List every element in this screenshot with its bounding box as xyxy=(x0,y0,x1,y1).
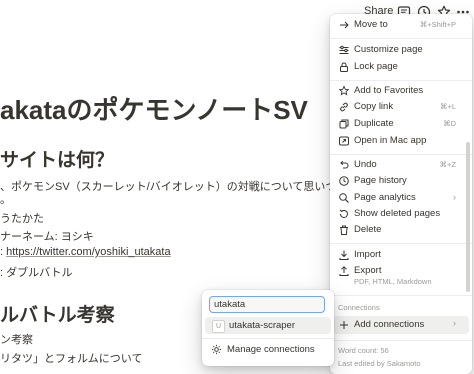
battle-format-line: : ダブルバトル xyxy=(0,267,73,279)
plus-icon xyxy=(340,321,348,329)
manage-connections-button[interactable]: Manage connections xyxy=(202,342,334,358)
gear-icon xyxy=(211,344,222,355)
menu-item-label: Undo xyxy=(354,159,377,170)
heading-battle: ルバトル考察 xyxy=(0,305,115,326)
trainer-name-line: ナーネーム: ヨシキ xyxy=(0,231,94,243)
page-title: akataのポケモンノートSV xyxy=(0,95,308,125)
trash-icon xyxy=(340,225,348,235)
menu-divider xyxy=(330,243,472,244)
connection-result-label: utakata-scraper xyxy=(229,320,296,331)
menu-item-lock-page[interactable]: Lock page xyxy=(330,60,472,76)
export-icon xyxy=(339,266,349,276)
shortcut-label: ⌘+L xyxy=(439,102,456,111)
pokemon-analysis-line: ン考察 xyxy=(0,334,33,346)
import-icon xyxy=(339,250,349,260)
author-line: うたかた xyxy=(0,213,44,225)
menu-item-label: Add connections xyxy=(354,319,425,330)
chevron-right-icon: › xyxy=(453,318,456,328)
last-edited: Last edited by Sakamoto xyxy=(338,359,421,368)
duplicate-icon xyxy=(339,119,349,129)
menu-divider xyxy=(330,38,472,39)
integration-badge: U xyxy=(212,320,225,333)
analytics-icon xyxy=(339,193,349,203)
shortcut-label: ⌘+Z xyxy=(439,160,456,169)
menu-item-label: Move to xyxy=(354,19,388,30)
menu-item-label: Add to Favorites xyxy=(354,85,424,96)
menu-item-add-connections[interactable]: Add connections › xyxy=(330,318,472,334)
menu-item-copy-link[interactable]: Copy link ⌘+L xyxy=(330,100,472,116)
manage-connections-label: Manage connections xyxy=(227,344,315,355)
popup-divider xyxy=(202,338,334,339)
menu-item-customize-page[interactable]: Customize page xyxy=(330,43,472,59)
menu-item-duplicate[interactable]: Duplicate ⌘D xyxy=(330,117,472,133)
menu-divider xyxy=(330,80,472,81)
shortcut-label: ⌘D xyxy=(443,119,456,128)
menu-item-label: Lock page xyxy=(354,61,398,72)
menu-item-label: Delete xyxy=(354,224,382,235)
heading-site: サイトは何？ xyxy=(0,150,115,171)
menu-scrollbar[interactable] xyxy=(466,142,470,292)
menu-item-label: Show deleted pages xyxy=(354,208,441,219)
restore-icon xyxy=(339,209,348,218)
connections-search-input[interactable]: utakata xyxy=(209,296,325,313)
menu-item-label: Page history xyxy=(354,175,407,186)
twitter-line: : https://twitter.com/yoshiki_utakata xyxy=(0,246,171,258)
menu-item-label: Export xyxy=(354,265,382,276)
connections-popup: utakata U utakata-scraper Manage connect… xyxy=(202,290,334,366)
star-icon xyxy=(338,85,350,96)
tatsugiri-line: リタツ」とフォルムについて xyxy=(0,353,143,365)
menu-item-label: Open in Mac app xyxy=(354,135,427,146)
export-formats: PDF, HTML, Markdown xyxy=(354,277,432,286)
arrow-right-icon xyxy=(340,21,349,29)
menu-item-label: Duplicate xyxy=(354,118,394,129)
connection-result-item[interactable]: U utakata-scraper xyxy=(205,317,331,334)
menu-divider xyxy=(330,295,472,296)
menu-item-label: Customize page xyxy=(354,44,423,55)
menu-item-open-in-mac-app[interactable]: Open in Mac app xyxy=(330,134,472,150)
menu-item-page-history[interactable]: Page history xyxy=(330,174,472,190)
menu-divider xyxy=(330,154,472,155)
menu-item-add-to-favorites[interactable]: Add to Favorites xyxy=(330,84,472,100)
page-options-menu: Move to ⌘+Shift+P Customize page Lock pa… xyxy=(330,14,472,374)
menu-item-undo[interactable]: Undo ⌘+Z xyxy=(330,158,472,174)
menu-divider xyxy=(330,340,472,341)
paragraph-intro-end: 。 xyxy=(0,194,11,206)
word-count: Word count: 56 xyxy=(338,346,389,355)
open-app-icon xyxy=(339,136,349,146)
menu-item-delete[interactable]: Delete xyxy=(330,223,472,239)
menu-item-show-deleted-pages[interactable]: Show deleted pages xyxy=(330,207,472,223)
connections-section-header: Connections xyxy=(338,303,380,312)
twitter-link[interactable]: https://twitter.com/yoshiki_utakata xyxy=(6,246,170,258)
menu-item-label: Import xyxy=(354,249,381,260)
shortcut-label: ⌘+Shift+P xyxy=(419,20,456,29)
menu-item-label: Page analytics xyxy=(354,192,416,203)
menu-item-label: Copy link xyxy=(354,101,394,112)
link-icon xyxy=(340,102,348,112)
undo-icon xyxy=(340,160,349,169)
menu-item-page-analytics[interactable]: Page analytics › xyxy=(330,191,472,207)
menu-item-move-to[interactable]: Move to ⌘+Shift+P xyxy=(330,18,472,34)
history-icon xyxy=(339,176,349,186)
sliders-icon xyxy=(339,45,349,54)
menu-item-import[interactable]: Import xyxy=(330,248,472,264)
chevron-right-icon: › xyxy=(453,192,456,202)
lock-icon xyxy=(340,62,348,72)
